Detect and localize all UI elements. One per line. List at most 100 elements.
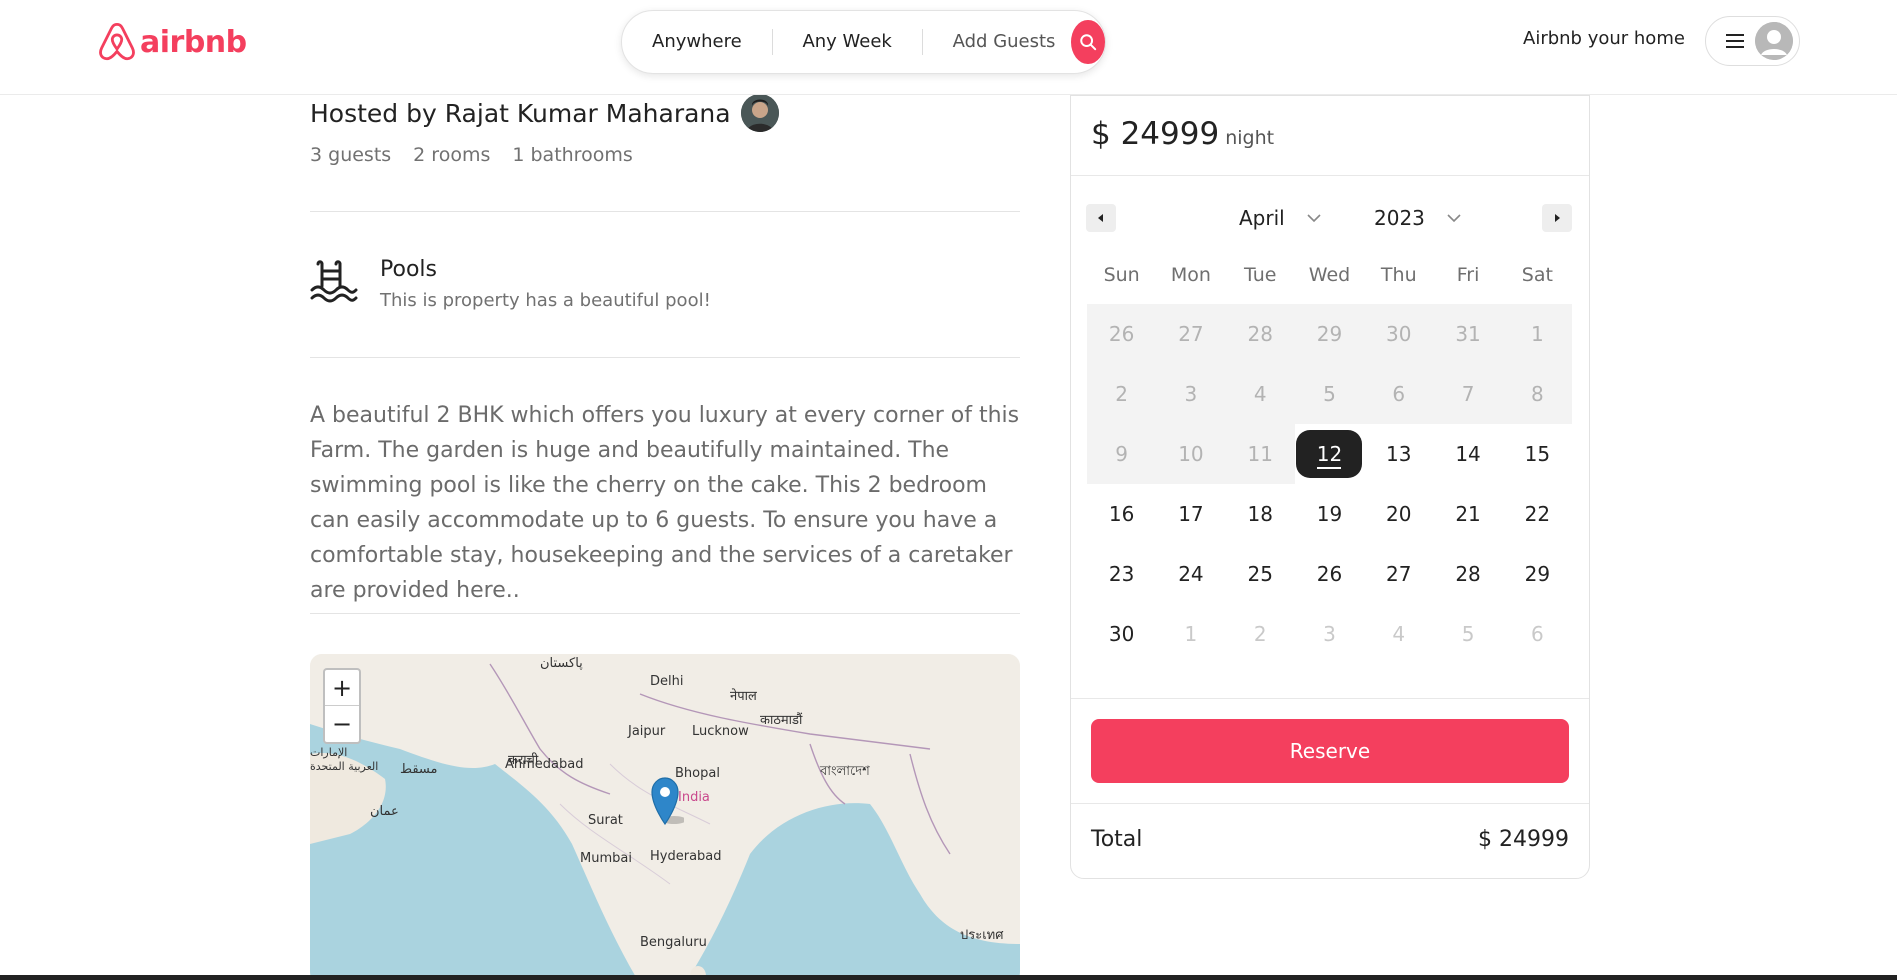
airbnb-logo[interactable]: airbnb (98, 22, 247, 62)
logo-text: airbnb (140, 24, 247, 60)
calendar-day-number: 26 (1316, 562, 1343, 586)
calendar-day-number: 13 (1386, 442, 1412, 466)
calendar-day: 31 (1433, 304, 1503, 364)
map-label: پاکستان (540, 656, 583, 671)
zoom-in-button[interactable]: + (325, 670, 359, 706)
calendar-day-number: 26 (1108, 322, 1135, 346)
calendar-day-number: 1 (1530, 322, 1544, 346)
calendar-day[interactable]: 16 (1087, 484, 1156, 544)
zoom-out-button[interactable]: − (325, 706, 359, 742)
calendar-day: 2 (1226, 604, 1295, 664)
calendar-day[interactable]: 17 (1156, 484, 1225, 544)
rooms-count: 2 rooms (413, 144, 491, 166)
user-menu-button[interactable] (1705, 16, 1800, 66)
calendar-day: 26 (1087, 304, 1157, 364)
calendar-day[interactable]: 19 (1295, 484, 1364, 544)
calendar-day[interactable]: 27 (1364, 544, 1433, 604)
calendar-day-number: 19 (1316, 502, 1343, 526)
calendar-day-number: 24 (1178, 562, 1204, 586)
year-value: 2023 (1374, 206, 1425, 230)
calendar-day-number: 10 (1178, 442, 1204, 466)
weekday-label: Thu (1380, 264, 1417, 286)
calendar-day: 5 (1433, 604, 1502, 664)
map-label: Jaipur (628, 724, 666, 739)
card-divider (1071, 175, 1589, 176)
calendar-day-number: 5 (1323, 382, 1336, 406)
chevron-down-icon (1307, 214, 1321, 223)
total-label: Total (1091, 827, 1143, 852)
calendar-day-number: 28 (1247, 322, 1273, 346)
calendar-day-number: 2 (1253, 622, 1267, 646)
year-select[interactable]: 2023 (1374, 206, 1461, 230)
weekday-label: Wed (1308, 264, 1351, 286)
calendar-day[interactable]: 23 (1087, 544, 1156, 604)
section-divider (310, 211, 1020, 212)
calendar-day-number: 1 (1184, 622, 1198, 646)
calendar-day[interactable]: 18 (1226, 484, 1295, 544)
calendar-day[interactable]: 15 (1503, 424, 1572, 484)
listing-description: A beautiful 2 BHK which offers you luxur… (310, 403, 1020, 603)
caret-right-icon (1555, 214, 1560, 222)
calendar-day: 30 (1364, 304, 1434, 364)
map-label: عمان (370, 804, 399, 819)
search-add-guests[interactable]: Add Guests (923, 28, 1070, 56)
calendar-day-number: 25 (1247, 562, 1273, 586)
calendar-day[interactable]: 30 (1087, 604, 1156, 664)
map-label: Surat (588, 813, 623, 828)
location-map[interactable]: پاکستان Delhi नेपाल काठमाडौं Jaipur Luck… (310, 654, 1020, 980)
user-avatar (1755, 22, 1793, 60)
calendar-day[interactable]: 28 (1433, 544, 1502, 604)
calendar-day-number: 18 (1247, 502, 1273, 526)
map-pin-icon[interactable] (650, 776, 684, 826)
calendar-weekdays: Sun Mon Tue Wed Thu Fri Sat (1087, 264, 1572, 286)
airbnb-logo-icon (99, 22, 135, 61)
calendar-day-number: 27 (1386, 562, 1412, 586)
calendar-day-selected[interactable]: 12 (1295, 424, 1364, 484)
calendar-day-number: 5 (1461, 622, 1475, 646)
calendar-day[interactable]: 29 (1503, 544, 1572, 604)
calendar-day[interactable]: 13 (1364, 424, 1433, 484)
weekday-label: Fri (1456, 264, 1480, 286)
search-any-week[interactable]: Any Week (772, 28, 921, 56)
chevron-down-icon (1447, 214, 1461, 223)
map-label: বাংলাদেশ (820, 764, 870, 779)
calendar-day-number: 6 (1530, 622, 1544, 646)
calendar-day: 29 (1294, 304, 1365, 364)
map-label: Bengaluru (640, 935, 707, 950)
calendar-day[interactable]: 22 (1503, 484, 1572, 544)
calendar-day-number: 3 (1323, 622, 1336, 646)
amenity-description: This is property has a beautiful pool! (380, 290, 711, 311)
map-label: Hyderabad (650, 849, 722, 864)
calendar-day[interactable]: 26 (1295, 544, 1364, 604)
calendar-day[interactable]: 14 (1433, 424, 1502, 484)
calendar-day-number: 22 (1524, 502, 1551, 526)
map-label: काठमाडौं (760, 713, 803, 728)
calendar-day-number: 9 (1115, 442, 1128, 466)
pool-icon (310, 260, 358, 310)
calendar-day: 3 (1295, 604, 1364, 664)
month-select[interactable]: April (1239, 206, 1321, 230)
calendar-day[interactable]: 25 (1226, 544, 1295, 604)
calendar-day: 1 (1502, 304, 1572, 364)
guests-count: 3 guests (310, 144, 392, 166)
search-bar[interactable]: Anywhere Any Week Add Guests (621, 10, 1106, 74)
bathrooms-count: 1 bathrooms (512, 144, 633, 166)
calendar-day-number: 16 (1108, 502, 1135, 526)
calendar-day[interactable]: 21 (1433, 484, 1502, 544)
map-label: कराची (508, 753, 539, 768)
search-anywhere[interactable]: Anywhere (622, 28, 772, 56)
prev-month-button[interactable] (1086, 204, 1116, 232)
calendar-day: 9 (1087, 424, 1157, 484)
host-avatar (740, 94, 779, 132)
reserve-button[interactable]: Reserve (1091, 719, 1569, 783)
calendar-day[interactable]: 20 (1364, 484, 1433, 544)
search-button[interactable] (1071, 20, 1105, 64)
map-label: नेपाल (730, 689, 757, 704)
calendar-day[interactable]: 24 (1156, 544, 1225, 604)
airbnb-your-home-link[interactable]: Airbnb your home (1523, 28, 1685, 49)
calendar-day-number: 30 (1386, 322, 1412, 346)
map-label: الإمارات العربية المتحدة (310, 746, 379, 773)
next-month-button[interactable] (1542, 204, 1572, 232)
listing-stats: 3 guests 2 rooms 1 bathrooms (310, 144, 633, 166)
weekday-label: Sun (1103, 264, 1140, 286)
